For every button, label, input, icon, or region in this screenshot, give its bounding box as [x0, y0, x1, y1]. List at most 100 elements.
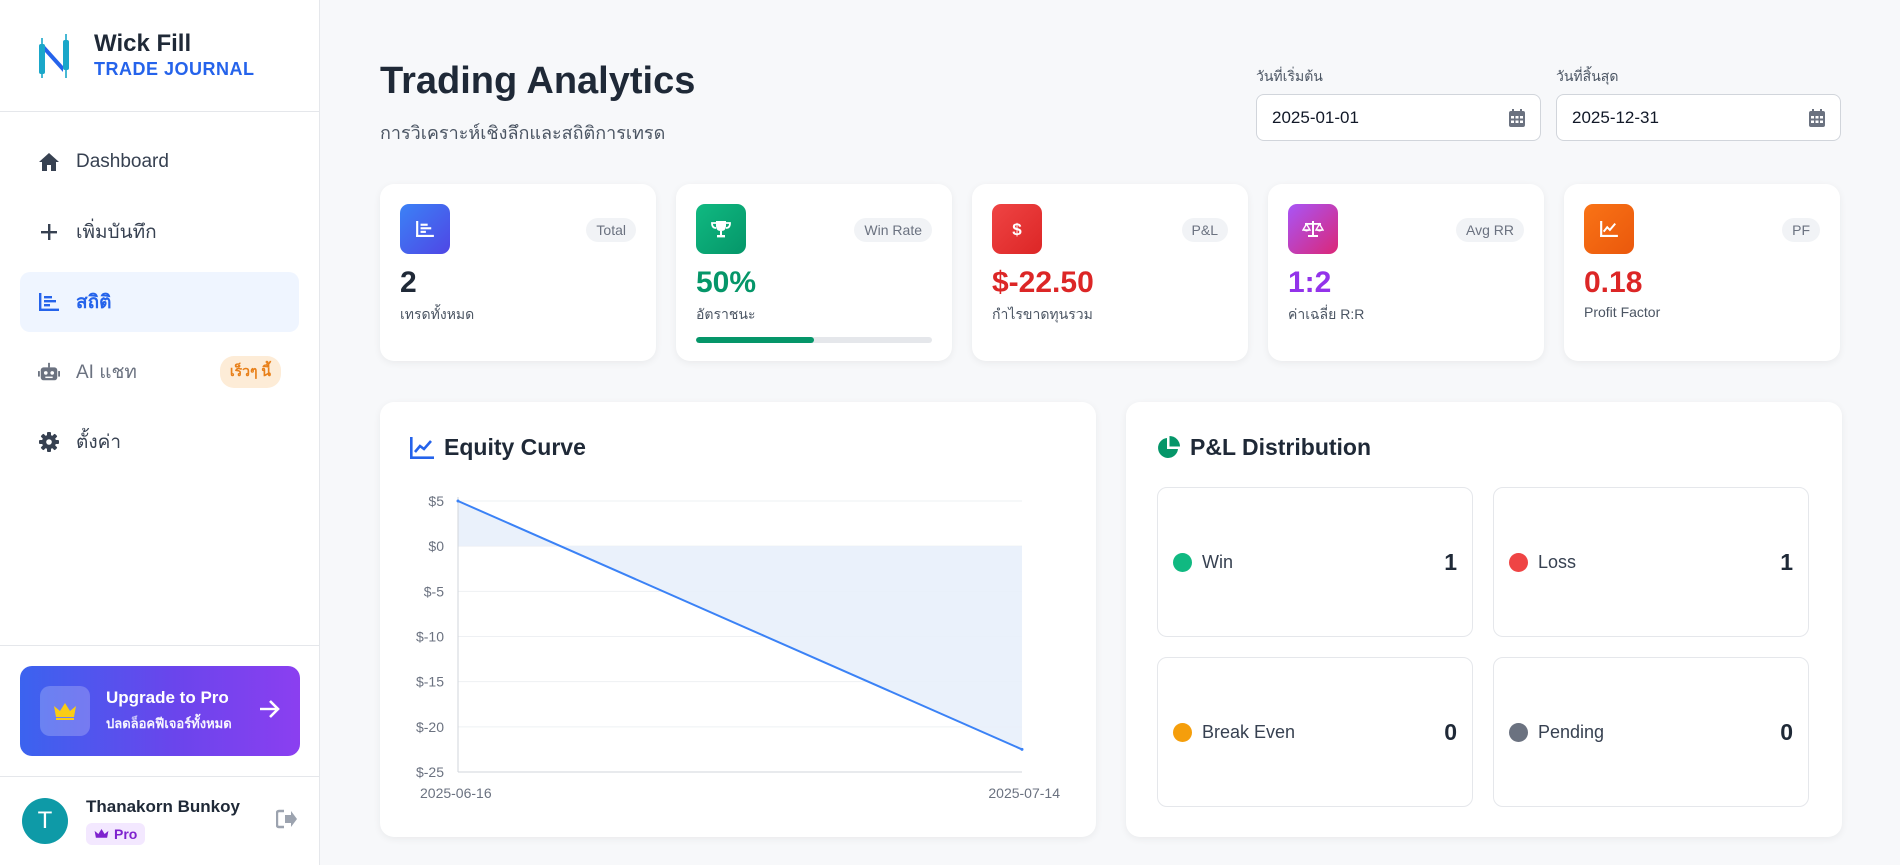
stat-label: อัตราชนะ: [696, 306, 756, 322]
y-tick-label: $-15: [416, 674, 444, 690]
upgrade-title: Upgrade to Pro: [106, 688, 229, 707]
distribution-label: Loss: [1538, 551, 1577, 572]
pie-chart-icon: [1158, 435, 1180, 458]
sidebar-nav: Dashboard เพิ่มบันทึก สถิติ AI แชท เร็วๆ…: [0, 112, 319, 502]
sidebar: Wick Fill TRADE JOURNAL Dashboard เพิ่มบ…: [0, 0, 320, 865]
bar-chart-icon: [38, 291, 60, 313]
y-tick-label: $5: [428, 493, 444, 509]
sidebar-item-label: สถิติ: [76, 292, 112, 313]
sidebar-item-add-record[interactable]: เพิ่มบันทึก: [20, 202, 299, 262]
stat-card-avg-rr: Avg RR 1:2 ค่าเฉลี่ย R:R: [1268, 184, 1544, 361]
status-dot: [1173, 722, 1192, 742]
equity-curve-title: Equity Curve: [444, 434, 586, 460]
end-date-input[interactable]: 2025-12-31: [1556, 94, 1841, 141]
equity-curve-chart: $5 $0 $-5 $-10 $-15 $-20 $-25 2025-06-16 2025-07…: [416, 493, 1060, 801]
calendar-icon[interactable]: [1509, 108, 1525, 127]
brand-name: Wick Fill: [94, 30, 192, 58]
stats-row: Total 2 เทรดทั้งหมด Win Rate 50% อัตราชน…: [380, 184, 1840, 361]
sidebar-item-statistics[interactable]: สถิติ: [20, 272, 299, 332]
brand[interactable]: Wick Fill TRADE JOURNAL: [0, 0, 319, 112]
user-name: Thanakorn Bunkoy: [86, 797, 240, 816]
sidebar-item-ai-chat[interactable]: AI แชท เร็วๆ นี้: [20, 342, 299, 402]
arrow-right-icon: [260, 699, 280, 723]
distribution-label: Pending: [1538, 721, 1605, 742]
logo-icon: [39, 33, 69, 78]
home-icon: [38, 151, 60, 173]
avatar[interactable]: T: [22, 798, 68, 844]
crown-icon: [40, 686, 90, 736]
upgrade-button[interactable]: Upgrade to Pro ปลดล็อคฟีเจอร์ทั้งหมด: [20, 666, 300, 756]
user-profile: T Thanakorn Bunkoy Pro: [0, 776, 320, 865]
upgrade-section: Upgrade to Pro ปลดล็อคฟีเจอร์ทั้งหมด: [0, 645, 320, 776]
status-dot: [1509, 722, 1528, 742]
distribution-item-break-even: Break Even 0: [1157, 657, 1473, 807]
scale-icon: [1288, 204, 1338, 254]
distribution-count: 0: [1780, 718, 1793, 745]
distribution-grid: Win 1 Loss 1 Break Even 0 Pending 0: [1157, 487, 1809, 807]
stat-card-win-rate: Win Rate 50% อัตราชนะ: [676, 184, 952, 361]
distribution-count: 1: [1780, 548, 1793, 575]
distribution-item-pending: Pending 0: [1493, 657, 1809, 807]
stat-value: 2: [400, 266, 417, 299]
pnl-distribution-panel: P&L Distribution Win 1 Loss 1 Break Even…: [1126, 402, 1842, 837]
line-chart-icon: [410, 436, 434, 459]
page-title: Trading Analytics: [380, 60, 696, 102]
stat-value: 1:2: [1288, 266, 1332, 299]
end-date-label: วันที่สิ้นสุด: [1556, 68, 1619, 84]
coming-soon-badge: เร็วๆ นี้: [219, 356, 281, 388]
start-date-input[interactable]: 2025-01-01: [1256, 94, 1541, 141]
plan-label: Pro: [114, 826, 138, 842]
robot-icon: [38, 361, 60, 383]
stat-label: ค่าเฉลี่ย R:R: [1288, 306, 1365, 322]
stat-label: กำไรขาดทุนรวม: [992, 306, 1093, 322]
stat-value: 50%: [696, 266, 757, 299]
y-tick-label: $0: [428, 538, 444, 554]
sidebar-item-label: Dashboard: [76, 151, 169, 172]
sidebar-item-dashboard[interactable]: Dashboard: [20, 132, 299, 192]
gear-icon: [38, 431, 60, 453]
bar-chart-icon: [400, 204, 450, 254]
stat-card-total: Total 2 เทรดทั้งหมด: [380, 184, 656, 361]
pnl-distribution-header: P&L Distribution: [1156, 434, 1371, 461]
page-subtitle: การวิเคราะห์เชิงลึกและสถิติการเทรด: [380, 123, 666, 143]
y-tick-label: $-20: [416, 719, 444, 735]
stat-label: Profit Factor: [1584, 304, 1661, 320]
upgrade-subtitle: ปลดล็อคฟีเจอร์ทั้งหมด: [106, 716, 232, 731]
y-tick-label: $-5: [424, 583, 444, 599]
calendar-icon[interactable]: [1809, 108, 1825, 127]
equity-curve-header: Equity Curve: [410, 434, 586, 461]
end-date-group: วันที่สิ้นสุด 2025-12-31: [1556, 66, 1841, 141]
stat-tag: Avg RR: [1456, 218, 1524, 242]
distribution-label: Break Even: [1202, 721, 1296, 742]
distribution-label: Win: [1202, 551, 1233, 572]
y-tick-label: $-10: [416, 629, 444, 645]
dollar-icon: $: [992, 204, 1042, 254]
status-dot: [1173, 552, 1192, 572]
start-date-group: วันที่เริ่มต้น 2025-01-01: [1256, 66, 1541, 141]
distribution-count: 1: [1444, 548, 1457, 575]
line-chart-icon: [1584, 204, 1634, 254]
stat-card-pnl: $ P&L $-22.50 กำไรขาดทุนรวม: [972, 184, 1248, 361]
equity-curve-panel: Equity Curve $5 $0 $-5 $-10 $-15 $-20 $-25 2025…: [380, 402, 1096, 837]
stat-value: $-22.50: [992, 266, 1094, 299]
logout-icon[interactable]: [275, 809, 298, 834]
stat-tag: P&L: [1181, 218, 1228, 242]
trophy-icon: [696, 204, 746, 254]
win-rate-progress: [696, 337, 932, 343]
sidebar-item-settings[interactable]: ตั้งค่า: [20, 412, 299, 472]
stat-card-profit-factor: PF 0.18 Profit Factor: [1564, 184, 1840, 361]
svg-text:$: $: [1012, 220, 1022, 238]
x-tick-label: 2025-07-14: [988, 785, 1060, 801]
pnl-distribution-title: P&L Distribution: [1190, 434, 1372, 460]
status-dot: [1509, 552, 1528, 572]
stat-label: เทรดทั้งหมด: [400, 306, 475, 322]
plan-badge: Pro: [86, 823, 146, 845]
crown-icon: [94, 829, 109, 838]
equity-point: [456, 499, 460, 503]
sidebar-item-label: เพิ่มบันทึก: [76, 222, 157, 243]
stat-tag: Win Rate: [854, 218, 932, 242]
distribution-item-loss: Loss 1: [1493, 487, 1809, 637]
equity-point: [1020, 747, 1024, 751]
end-date-value: 2025-12-31: [1572, 107, 1659, 127]
sidebar-item-label: ตั้งค่า: [76, 432, 121, 453]
